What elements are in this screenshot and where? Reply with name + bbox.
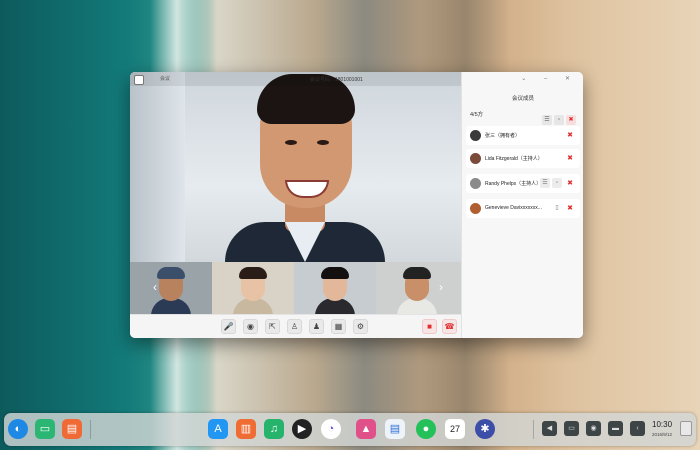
main-speaker <box>225 72 385 262</box>
calendar-icon[interactable]: 27 <box>445 419 465 439</box>
participant-hair <box>239 267 267 279</box>
lock-icon[interactable]: ▫ <box>554 115 564 125</box>
panel-title: 会议成员 <box>511 96 534 102</box>
image-viewer-icon[interactable]: ▲ <box>356 419 376 439</box>
member-item[interactable]: Genevieve Davixxxxxxx... ▯ ✖ <box>466 199 580 218</box>
list-icon[interactable]: ☰ <box>542 115 552 125</box>
music-icon[interactable]: ♫ <box>264 419 284 439</box>
participant-thumbnails: ‹ › <box>130 262 461 314</box>
camera-off-icon[interactable]: ▫ <box>552 178 562 188</box>
chevron-right-icon[interactable]: › <box>436 280 446 294</box>
microphone-icon[interactable]: 🎤 <box>221 319 236 334</box>
main-video: 会议 会议号码：1801001001 <box>130 72 461 262</box>
mute-all-icon[interactable]: ✖ <box>566 115 576 125</box>
participant-thumbnail[interactable] <box>294 262 376 314</box>
participant-hat <box>403 267 431 279</box>
list-icon[interactable]: ☰ <box>540 178 550 188</box>
member-name: Randy Phelps（主持人） <box>485 181 542 187</box>
trash-icon[interactable] <box>680 421 692 436</box>
chat-icon[interactable]: ● <box>416 419 436 439</box>
movie-player-icon[interactable]: ▶ <box>292 419 312 439</box>
file-manager-icon[interactable]: ▥ <box>236 419 256 439</box>
panel-tools: ☰ ▫ ✖ <box>540 108 576 126</box>
hang-up-button[interactable]: ☎ <box>442 319 457 334</box>
clock-time[interactable]: 10:30 <box>652 420 672 429</box>
members-panel: ⌄ – ✕ 会议成员 4/5方 ☰ ▫ ✖ 张三（拥有者） ✖ Lida Fitzg… <box>461 72 583 338</box>
muted-mic-icon[interactable]: ✖ <box>566 179 574 188</box>
speaker-eye <box>285 140 297 145</box>
participant-hair <box>321 267 349 279</box>
control-center-icon[interactable]: ▤ <box>62 419 82 439</box>
app-store-icon[interactable]: A <box>208 419 228 439</box>
add-user-icon[interactable]: ♙ <box>287 319 302 334</box>
control-bar: 🎤 ◉ ⇱ ♙ ♟ ▦ ⚙ ■ ☎ <box>130 314 461 338</box>
share-screen-icon[interactable]: ⇱ <box>265 319 280 334</box>
grid-layout-icon[interactable]: ▦ <box>331 319 346 334</box>
participant-thumbnail[interactable] <box>376 262 461 314</box>
member-name: 张三（拥有者） <box>485 133 521 139</box>
meeting-id: 会议号码：1801001001 <box>310 77 363 83</box>
camera-icon[interactable]: ◉ <box>243 319 258 334</box>
record-stop-button[interactable]: ■ <box>422 319 437 334</box>
app-icon[interactable] <box>134 75 144 85</box>
copy-icon[interactable]: ▯ <box>552 203 562 213</box>
dock: ◐ ▭ ▤ A ▥ ♫ ▶ ◔ ▲ ▤ ● 27 ✱ ◀ ▭ ◉ ▬ ‹ 10:… <box>4 413 696 446</box>
avatar <box>470 130 481 141</box>
participant-thumbnail[interactable] <box>130 262 212 314</box>
member-name: Lida Fitzgerald（主持人） <box>485 156 543 162</box>
member-name: Genevieve Davixxxxxxx... <box>485 205 542 211</box>
document-icon[interactable]: ▤ <box>385 419 405 439</box>
multitask-view-icon[interactable]: ▭ <box>35 419 55 439</box>
user-icon[interactable]: ♟ <box>309 319 324 334</box>
dock-separator <box>533 420 534 439</box>
avatar <box>470 153 481 164</box>
network-icon[interactable]: ◉ <box>586 421 601 436</box>
launcher-icon[interactable]: ◐ <box>8 419 28 439</box>
volume-icon[interactable]: ◀ <box>542 421 557 436</box>
speaker-eye <box>317 140 329 145</box>
member-item[interactable]: Randy Phelps（主持人） ☰ ▫ ✖ <box>466 174 580 193</box>
member-count: 4/5方 <box>470 112 484 118</box>
keyboard-icon[interactable]: ▭ <box>564 421 579 436</box>
muted-mic-icon[interactable]: ✖ <box>566 204 574 213</box>
avatar <box>470 203 481 214</box>
muted-mic-icon[interactable]: ✖ <box>566 154 574 163</box>
dock-separator <box>90 420 91 439</box>
clock-date[interactable]: 2016/9/12 <box>652 432 672 437</box>
window-controls[interactable]: ⌄ – ✕ <box>521 75 578 82</box>
desktop-wallpaper: 会议 会议号码：1801001001 ‹ › 🎤 ◉ ⇱ ♙ ♟ ▦ ⚙ ■ ☎… <box>0 0 700 450</box>
participant-thumbnail[interactable] <box>212 262 294 314</box>
chevron-left-icon[interactable]: ‹ <box>630 421 645 436</box>
member-item[interactable]: 张三（拥有者） ✖ <box>466 126 580 145</box>
muted-mic-icon[interactable]: ✖ <box>566 131 574 140</box>
browser-icon[interactable]: ◔ <box>321 419 341 439</box>
participant-cap <box>157 267 185 279</box>
video-background-window <box>130 72 185 262</box>
video-conference-window: 会议 会议号码：1801001001 ‹ › 🎤 ◉ ⇱ ♙ ♟ ▦ ⚙ ■ ☎… <box>130 72 583 338</box>
settings-icon[interactable]: ✱ <box>475 419 495 439</box>
settings-icon[interactable]: ⚙ <box>353 319 368 334</box>
chevron-left-icon[interactable]: ‹ <box>150 280 160 294</box>
avatar <box>470 178 481 189</box>
titlebar: 会议 会议号码：1801001001 <box>130 72 461 86</box>
room-label: 会议 <box>160 76 171 82</box>
battery-icon[interactable]: ▬ <box>608 421 623 436</box>
member-item[interactable]: Lida Fitzgerald（主持人） ✖ <box>466 149 580 168</box>
